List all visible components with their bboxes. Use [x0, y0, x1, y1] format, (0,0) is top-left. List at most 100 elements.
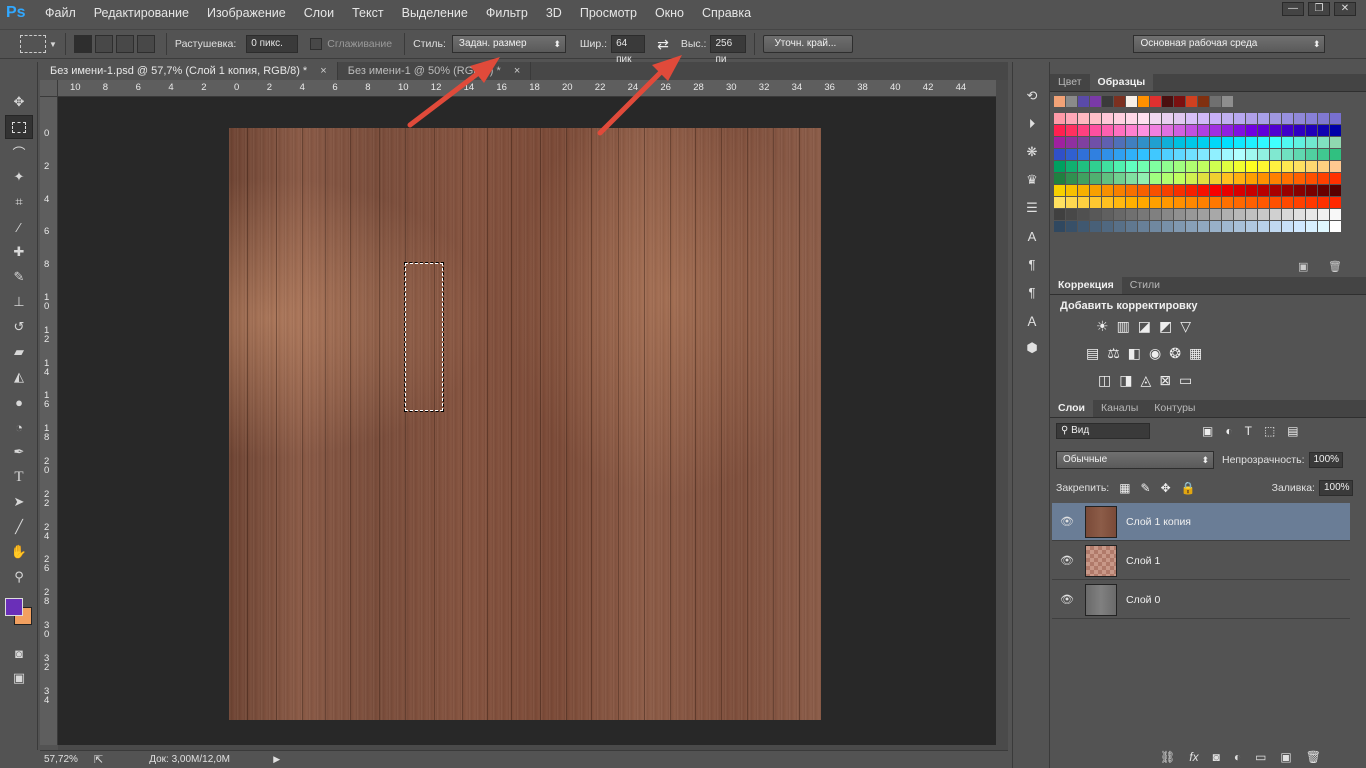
color-swatch[interactable] — [1234, 149, 1245, 160]
color-swatch[interactable] — [1090, 185, 1101, 196]
color-swatch[interactable] — [1186, 197, 1197, 208]
close-button[interactable]: ✕ — [1334, 2, 1356, 16]
color-swatch[interactable] — [1078, 173, 1089, 184]
color-swatch[interactable] — [1258, 209, 1269, 220]
color-swatch[interactable] — [1066, 149, 1077, 160]
layer-name[interactable]: Слой 0 — [1126, 594, 1160, 606]
color-swatch[interactable] — [1186, 113, 1197, 124]
lock-all-icon[interactable]: 🔒 — [1181, 481, 1196, 495]
refine-edge-button[interactable]: Уточн. край... — [763, 35, 854, 53]
paragraph-styles-icon[interactable]: ¶ — [1018, 280, 1046, 304]
menu-item[interactable]: Файл — [36, 6, 85, 20]
color-swatch[interactable] — [1306, 221, 1317, 232]
color-swatch[interactable] — [1114, 197, 1125, 208]
minimize-button[interactable]: — — [1282, 2, 1304, 16]
channel-mixer-icon[interactable]: ❂ — [1169, 345, 1181, 362]
subtract-from-selection-icon[interactable] — [115, 35, 134, 53]
photo-filter-icon[interactable]: ◉ — [1149, 345, 1161, 362]
color-swatch[interactable] — [1102, 125, 1113, 136]
layer-name[interactable]: Слой 1 копия — [1126, 516, 1191, 528]
hand-tool-icon[interactable]: ✋ — [5, 540, 33, 564]
color-swatch[interactable] — [1090, 197, 1101, 208]
color-swatch[interactable] — [1306, 125, 1317, 136]
color-swatch[interactable] — [1306, 173, 1317, 184]
layer-row[interactable]: 👁 Слой 0 — [1052, 581, 1350, 619]
magic-wand-tool-icon[interactable]: ✦ — [5, 165, 33, 189]
status-menu-arrow-icon[interactable]: ▶ — [273, 754, 280, 765]
color-swatch[interactable] — [1138, 173, 1149, 184]
color-swatch[interactable] — [1210, 161, 1221, 172]
vibrance-icon[interactable]: ▽ — [1180, 318, 1191, 335]
tab-swatches[interactable]: Образцы — [1089, 74, 1154, 91]
color-swatch[interactable] — [1318, 125, 1329, 136]
properties-icon[interactable]: ☰ — [1018, 196, 1046, 220]
color-swatch[interactable] — [1114, 113, 1125, 124]
healing-brush-tool-icon[interactable]: ✚ — [5, 240, 33, 264]
hue-saturation-icon[interactable]: ▤ — [1086, 345, 1099, 362]
menu-item[interactable]: Справка — [693, 6, 760, 20]
color-swatch[interactable] — [1066, 125, 1077, 136]
tab-color[interactable]: Цвет — [1050, 74, 1090, 91]
color-swatch[interactable] — [1066, 221, 1077, 232]
3d-icon[interactable]: ⬢ — [1018, 336, 1046, 360]
color-swatch[interactable] — [1258, 137, 1269, 148]
color-swatch[interactable] — [1114, 161, 1125, 172]
color-swatch[interactable] — [1066, 96, 1077, 107]
color-swatch[interactable] — [1114, 96, 1125, 107]
color-swatch[interactable] — [1138, 161, 1149, 172]
color-swatch[interactable] — [1210, 137, 1221, 148]
color-swatch[interactable] — [1222, 173, 1233, 184]
line-tool-icon[interactable]: ╱ — [5, 515, 33, 539]
color-swatch[interactable] — [1210, 173, 1221, 184]
color-swatch[interactable] — [1294, 173, 1305, 184]
eye-icon[interactable]: 👁 — [1052, 515, 1082, 528]
filter-adjustment-icon[interactable]: ◐ — [1225, 424, 1232, 438]
eyedropper-tool-icon[interactable]: ⁄ — [5, 215, 33, 239]
dodge-tool-icon[interactable]: ◔ — [5, 415, 33, 439]
menu-item[interactable]: Изображение — [198, 6, 295, 20]
lock-image-icon[interactable]: ✎ — [1141, 481, 1151, 495]
color-swatch[interactable] — [1114, 209, 1125, 220]
color-swatch[interactable] — [1186, 185, 1197, 196]
color-swatch[interactable] — [1318, 149, 1329, 160]
eraser-tool-icon[interactable]: ▰ — [5, 340, 33, 364]
color-swatch[interactable] — [1186, 209, 1197, 220]
color-swatch[interactable] — [1114, 221, 1125, 232]
color-swatch[interactable] — [1126, 113, 1137, 124]
color-swatch[interactable] — [1186, 125, 1197, 136]
type-tool-icon[interactable]: T — [5, 465, 33, 489]
color-swatch[interactable] — [1174, 185, 1185, 196]
color-swatch[interactable] — [1114, 185, 1125, 196]
color-swatch[interactable] — [1114, 173, 1125, 184]
color-swatch[interactable] — [1150, 185, 1161, 196]
color-swatch[interactable] — [1330, 113, 1341, 124]
color-swatch[interactable] — [1210, 185, 1221, 196]
color-swatch[interactable] — [1102, 221, 1113, 232]
color-swatch[interactable] — [1330, 209, 1341, 220]
lock-transparent-icon[interactable]: ▦ — [1119, 481, 1130, 495]
color-swatch[interactable] — [1138, 185, 1149, 196]
layer-mask-icon[interactable]: ◙ — [1213, 750, 1220, 764]
color-swatch[interactable] — [1258, 161, 1269, 172]
color-swatch[interactable] — [1174, 113, 1185, 124]
color-swatch[interactable] — [1066, 173, 1077, 184]
color-swatch[interactable] — [1150, 137, 1161, 148]
color-swatch[interactable] — [1186, 161, 1197, 172]
color-swatch[interactable] — [1318, 137, 1329, 148]
color-swatch[interactable] — [1222, 185, 1233, 196]
color-swatch[interactable] — [1090, 113, 1101, 124]
color-swatch[interactable] — [1054, 149, 1065, 160]
color-swatch[interactable] — [1234, 185, 1245, 196]
paint-bucket-tool-icon[interactable]: ◭ — [5, 365, 33, 389]
color-swatch[interactable] — [1078, 125, 1089, 136]
rectangular-marquee-tool-icon[interactable] — [5, 115, 33, 139]
color-swatch[interactable] — [1270, 125, 1281, 136]
selective-color-icon[interactable]: ⊠ — [1159, 372, 1171, 389]
color-swatch[interactable] — [1246, 173, 1257, 184]
curves-icon[interactable]: ◪ — [1138, 318, 1151, 335]
color-swatch[interactable] — [1126, 173, 1137, 184]
document-tab-active[interactable]: Без имени-1.psd @ 57,7% (Слой 1 копия, R… — [40, 62, 338, 80]
color-swatch[interactable] — [1246, 125, 1257, 136]
color-swatch[interactable] — [1318, 161, 1329, 172]
zoom-tool-icon[interactable]: ⚲ — [5, 565, 33, 589]
